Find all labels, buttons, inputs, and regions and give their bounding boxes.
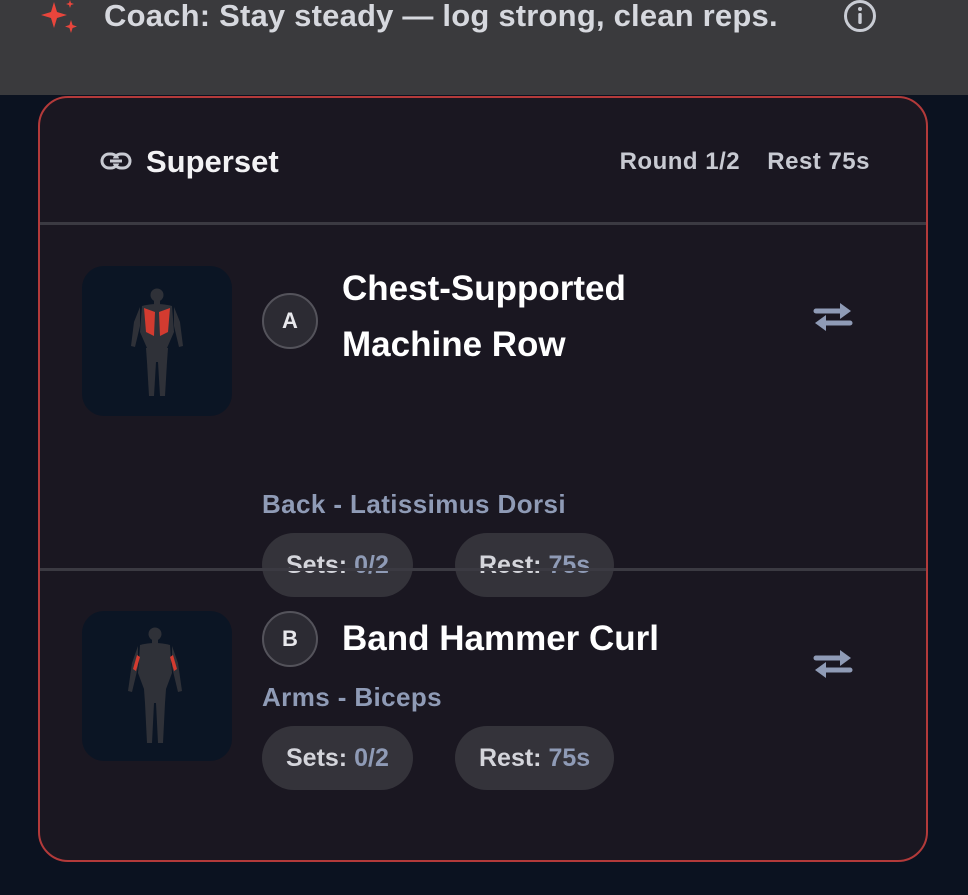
- sparkle-icon: [41, 0, 77, 33]
- exercise-badge: B: [262, 611, 318, 667]
- superset-title: Superset: [146, 144, 279, 179]
- swap-icon[interactable]: [810, 300, 856, 334]
- exercise-thumbnail: [82, 266, 232, 416]
- sets-label: Sets:: [286, 744, 348, 772]
- arms-muscle-figure-icon: [128, 627, 182, 743]
- round-indicator: Round 1/2: [619, 148, 741, 175]
- info-icon[interactable]: [842, 0, 878, 34]
- exercise-item-a[interactable]: A Chest-Supported Machine Row Back - Lat…: [40, 225, 926, 597]
- exercise-thumbnail: [82, 611, 232, 761]
- back-muscle-figure-icon: [131, 288, 183, 396]
- sets-chip[interactable]: Sets: 0/2: [262, 726, 413, 790]
- link-icon: [100, 152, 132, 170]
- exercise-muscle: Arms - Biceps: [262, 682, 443, 712]
- exercise-name: Chest-Supported: [342, 269, 626, 308]
- rest-label: Rest:: [479, 744, 542, 772]
- exercise-name: Band Hammer Curl: [342, 619, 660, 658]
- sets-value: 0/2: [354, 744, 389, 772]
- swap-icon[interactable]: [810, 647, 856, 681]
- superset-meta: Round 1/2 Rest 75s: [620, 148, 870, 176]
- rest-value: 75s: [548, 744, 591, 772]
- exercise-badge: A: [262, 293, 318, 349]
- coach-message: Coach: Stay steady — log strong, clean r…: [104, 0, 778, 33]
- superset-card: Superset Round 1/2 Rest 75s A Chest-Supp…: [38, 96, 928, 862]
- coach-bar: Coach: Stay steady — log strong, clean r…: [0, 0, 968, 95]
- exercise-name: Machine Row: [342, 325, 566, 364]
- exercise-item-b[interactable]: B Band Hammer Curl Arms - Biceps Sets: 0…: [40, 571, 926, 860]
- exercise-muscle: Back - Latissimus Dorsi: [262, 489, 566, 519]
- rest-indicator: Rest 75s: [767, 148, 870, 175]
- superset-header: Superset Round 1/2 Rest 75s: [40, 98, 926, 224]
- rest-chip[interactable]: Rest: 75s: [455, 726, 615, 790]
